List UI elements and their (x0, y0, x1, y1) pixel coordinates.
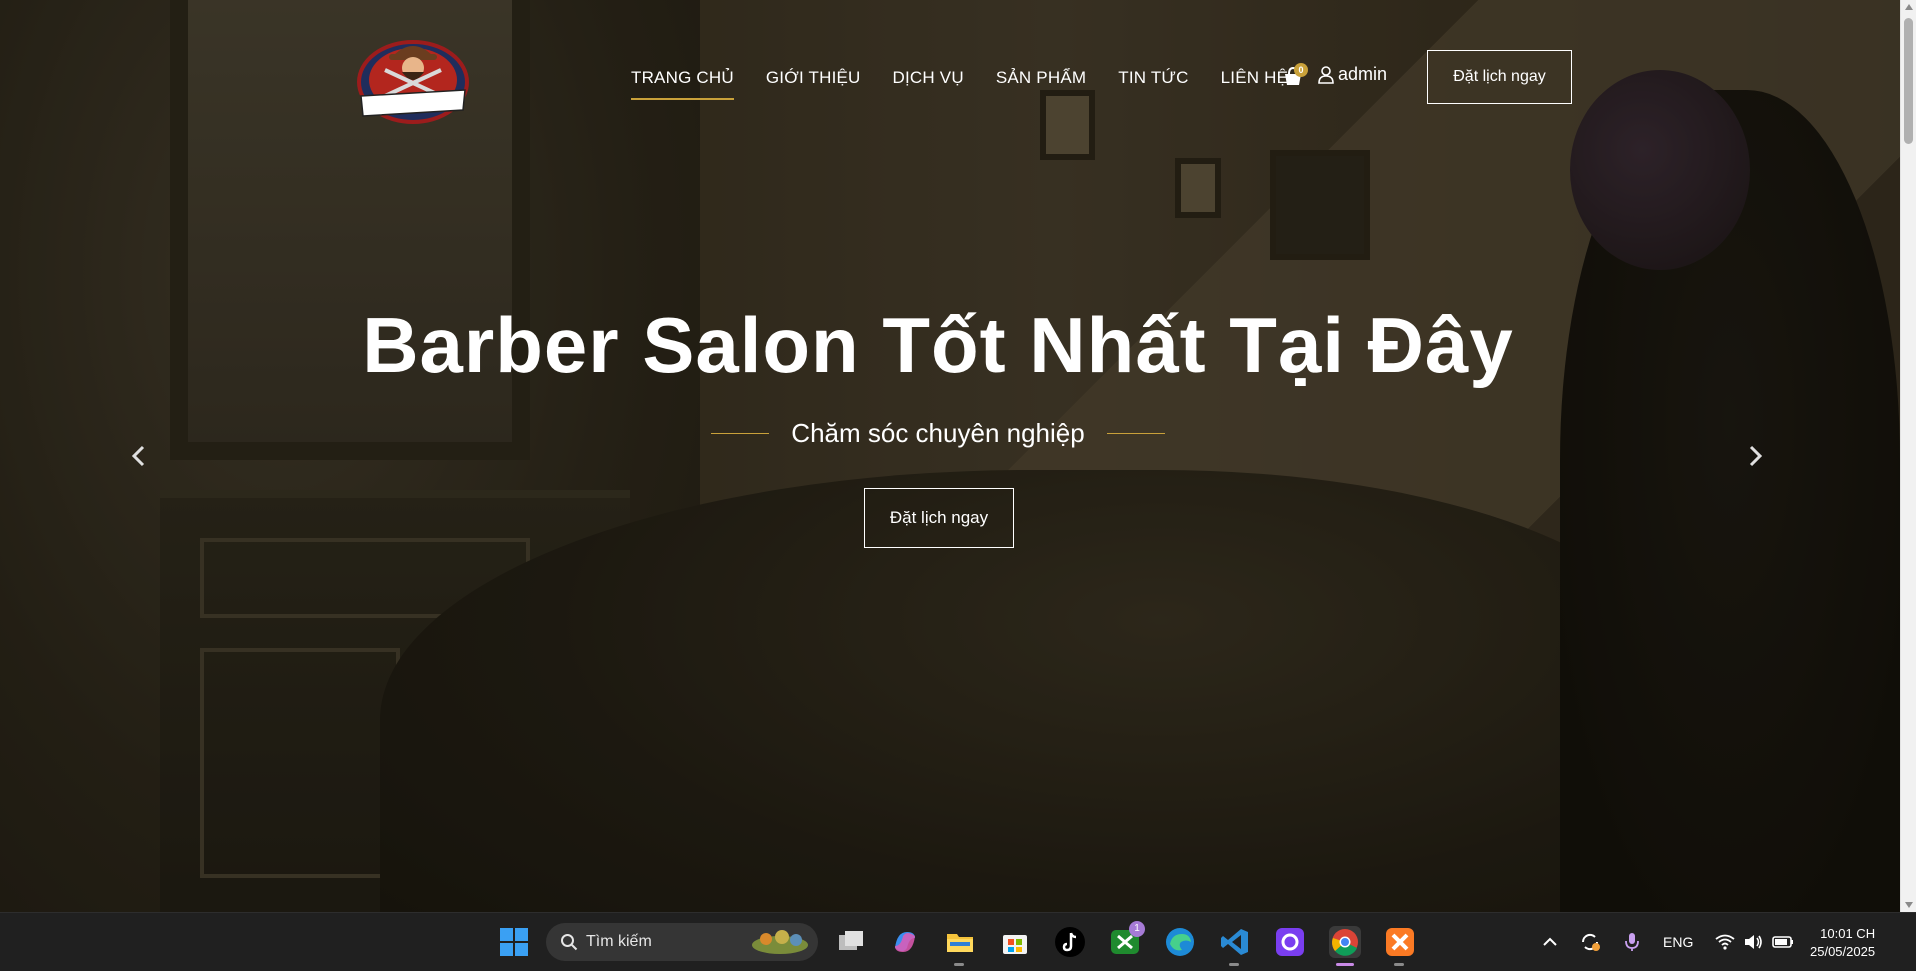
microphone-icon[interactable] (1620, 930, 1644, 954)
explorer-running-indicator (954, 963, 964, 966)
clock-date: 25/05/2025 (1810, 944, 1876, 959)
battery-icon[interactable] (1771, 930, 1795, 954)
system-clock[interactable]: 10:01 CH 25/05/2025 (1810, 925, 1875, 961)
nav-item-contact[interactable]: LIÊN HỆ (1221, 68, 1289, 100)
task-view-icon[interactable] (835, 926, 867, 958)
search-icon (561, 934, 578, 951)
file-explorer-icon[interactable] (944, 926, 976, 958)
volume-icon[interactable] (1742, 930, 1766, 954)
nav-item-products[interactable]: SẢN PHẨM (996, 68, 1086, 100)
browser-viewport: TRANG CHỦ GIỚI THIỆU DỊCH VỤ SẢN PHẨM TI… (0, 0, 1916, 912)
windows-taskbar: Tìm kiếm 1 ENG 10:01 CH 25/05/2025 (0, 912, 1916, 971)
carousel-next-icon[interactable] (1742, 443, 1768, 469)
edge-icon[interactable] (1164, 926, 1196, 958)
chevron-up-icon[interactable] (1538, 930, 1562, 954)
clock-time: 10:01 CH (1820, 926, 1876, 941)
hero-overlay (0, 0, 1916, 912)
microsoft-store-icon[interactable] (999, 926, 1031, 958)
language-indicator[interactable]: ENG (1663, 934, 1693, 950)
chrome-active-indicator (1336, 963, 1354, 966)
scroll-down-icon[interactable] (1905, 902, 1913, 908)
hero-book-button[interactable]: Đặt lịch ngay (864, 488, 1014, 548)
site-logo[interactable] (355, 30, 471, 124)
xbox-notification-badge: 1 (1129, 921, 1145, 937)
xampp-icon[interactable] (1384, 926, 1416, 958)
sync-icon[interactable] (1578, 930, 1602, 954)
hero-subtitle: Chăm sóc chuyên nghiệp (791, 418, 1085, 448)
clipchamp-icon[interactable] (1274, 926, 1306, 958)
header-book-button[interactable]: Đặt lịch ngay (1427, 50, 1572, 104)
nav-item-news[interactable]: TIN TỨC (1118, 68, 1188, 100)
hero-subtitle-row: Chăm sóc chuyên nghiệp (0, 418, 1876, 449)
taskbar-search[interactable]: Tìm kiếm (546, 923, 818, 961)
user-menu[interactable]: admin (1318, 64, 1387, 85)
nav-item-about[interactable]: GIỚI THIỆU (766, 68, 861, 100)
scroll-thumb[interactable] (1904, 18, 1913, 144)
user-name: admin (1338, 64, 1388, 84)
subtitle-divider-right (1106, 433, 1165, 434)
chrome-icon[interactable] (1329, 926, 1361, 958)
nav-item-services[interactable]: DỊCH VỤ (893, 68, 964, 100)
user-icon (1318, 65, 1334, 84)
search-placeholder: Tìm kiếm (586, 933, 652, 950)
nav-item-home[interactable]: TRANG CHỦ (631, 68, 734, 100)
wifi-icon[interactable] (1713, 930, 1737, 954)
copilot-icon[interactable] (889, 926, 921, 958)
tiktok-icon[interactable] (1054, 926, 1086, 958)
carousel-prev-icon[interactable] (126, 443, 152, 469)
cart-count-badge: 0 (1294, 63, 1308, 77)
main-nav: TRANG CHỦ GIỚI THIỆU DỊCH VỤ SẢN PHẨM TI… (631, 68, 1320, 100)
xampp-running-indicator (1394, 963, 1404, 966)
search-highlight-icon (752, 930, 808, 954)
vscode-running-indicator (1229, 963, 1239, 966)
scroll-up-icon[interactable] (1905, 4, 1913, 10)
subtitle-divider-left (711, 433, 770, 434)
vscode-icon[interactable] (1219, 926, 1251, 958)
page-scrollbar[interactable] (1900, 0, 1916, 912)
windows-start-icon[interactable] (498, 926, 530, 958)
hero-title: Barber Salon Tốt Nhất Tại Đây (362, 301, 1514, 389)
